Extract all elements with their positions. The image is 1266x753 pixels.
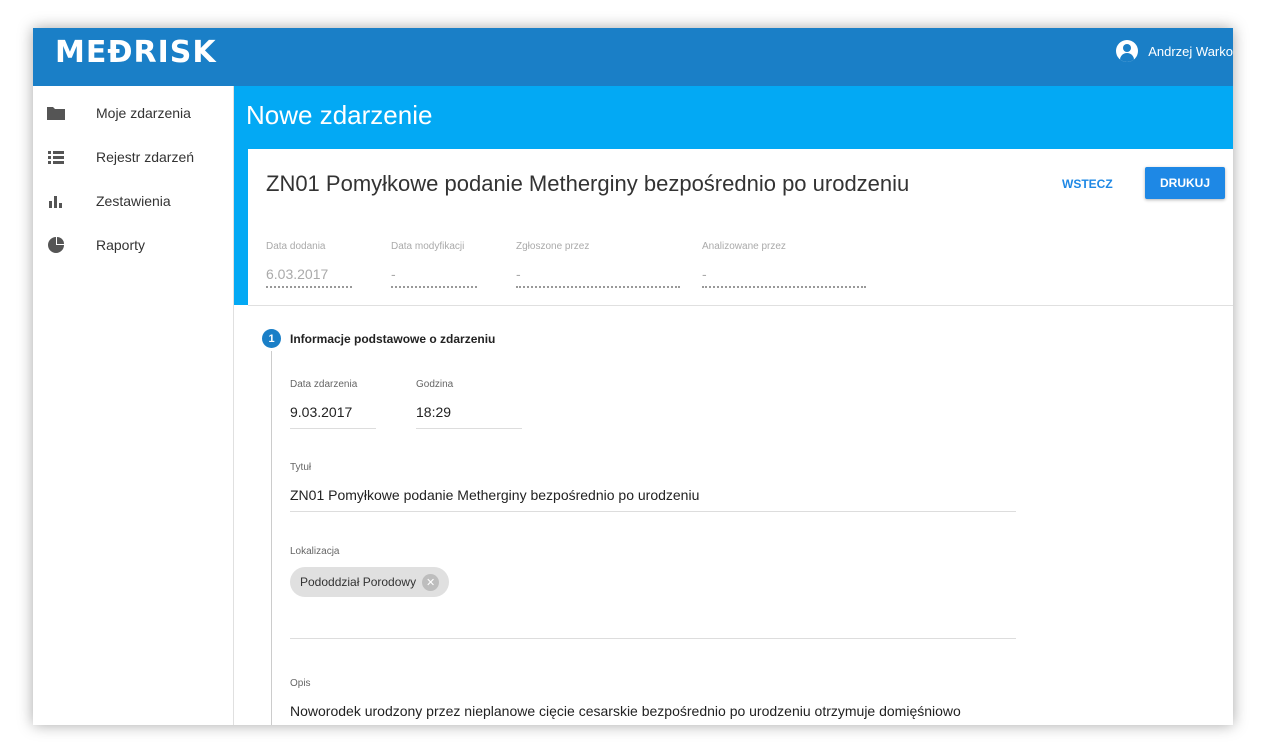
field-label: Godzina — [416, 379, 454, 390]
title-input[interactable]: ZN01 Pomyłkowe podanie Metherginy bezpoś… — [290, 487, 1016, 512]
sidebar-item-moje-zdarzenia[interactable]: Moje zdarzenia — [33, 93, 234, 133]
field-label: Data zdarzenia — [290, 379, 358, 390]
sidebar-item-label: Rejestr zdarzeń — [96, 149, 195, 165]
remove-chip-icon[interactable]: ✕ — [422, 573, 440, 591]
sidebar: Moje zdarzenia Rejestr zdarzeń Zestawien… — [33, 86, 234, 725]
sidebar-item-label: Moje zdarzenia — [96, 105, 191, 121]
folder-icon — [47, 104, 65, 122]
pie-chart-icon — [47, 236, 65, 254]
event-card: ZN01 Pomyłkowe podanie Metherginy bezpoś… — [248, 149, 1233, 725]
divider — [248, 305, 1233, 306]
user-name: Andrzej Warko — [1148, 43, 1233, 59]
sidebar-item-raporty[interactable]: Raporty — [33, 225, 234, 265]
description-field[interactable]: Opis Noworodek urodzony przez nieplanowe… — [290, 678, 1050, 725]
section-header: 1 Informacje podstawowe o zdarzeniu — [262, 329, 495, 348]
event-time-field[interactable]: Godzina 18:29 — [416, 379, 522, 429]
meta-value: - — [391, 266, 477, 288]
meta-label: Data dodania — [266, 241, 326, 252]
location-input-underline[interactable] — [290, 638, 1016, 639]
step-connector-line — [271, 351, 272, 725]
meta-value: - — [702, 266, 866, 288]
sidebar-item-label: Zestawienia — [96, 193, 171, 209]
meta-label: Analizowane przez — [702, 241, 786, 252]
list-icon — [47, 148, 65, 166]
step-number-badge: 1 — [262, 329, 281, 348]
meta-label: Zgłoszone przez — [516, 241, 590, 252]
meta-reported-by: Zgłoszone przez - — [516, 241, 680, 288]
page-title: Nowe zdarzenie — [246, 100, 433, 130]
sidebar-item-rejestr-zdarzen[interactable]: Rejestr zdarzeń — [33, 137, 234, 177]
meta-analyzed-by: Analizowane przez - — [702, 241, 866, 288]
title-field[interactable]: Tytuł ZN01 Pomyłkowe podanie Metherginy … — [290, 462, 1016, 512]
print-button[interactable]: DRUKUJ — [1145, 167, 1225, 199]
app-logo[interactable]: MEĐRISK — [55, 35, 217, 70]
event-time-input[interactable]: 18:29 — [416, 404, 522, 429]
top-bar: MEĐRISK Andrzej Warko — [33, 28, 1233, 86]
meta-label: Data modyfikacji — [391, 241, 465, 252]
sidebar-item-label: Raporty — [96, 237, 146, 253]
meta-date-modified: Data modyfikacji - — [391, 241, 477, 288]
location-field: Lokalizacja — [290, 546, 1016, 557]
bar-chart-icon — [47, 192, 65, 210]
back-button[interactable]: WSTECZ — [1062, 177, 1113, 191]
chip-label: Pododdział Porodowy — [300, 575, 417, 589]
description-input[interactable]: Noworodek urodzony przez nieplanowe cięc… — [290, 703, 1050, 725]
field-label: Tytuł — [290, 462, 312, 473]
user-menu[interactable]: Andrzej Warko — [1116, 38, 1233, 64]
meta-date-added: Data dodania 6.03.2017 — [266, 241, 352, 288]
meta-value: - — [516, 266, 680, 288]
event-title: ZN01 Pomyłkowe podanie Metherginy bezpoś… — [266, 171, 910, 196]
section-title: Informacje podstawowe o zdarzeniu — [290, 331, 496, 346]
field-label: Opis — [290, 678, 311, 689]
field-label: Lokalizacja — [290, 546, 340, 557]
sidebar-item-zestawienia[interactable]: Zestawienia — [33, 181, 234, 221]
app-window: MEĐRISK Andrzej Warko Moje zdarzenia Rej… — [33, 28, 1233, 725]
location-chip[interactable]: Pododdział Porodowy ✕ — [290, 567, 450, 597]
event-date-input[interactable]: 9.03.2017 — [290, 404, 376, 429]
meta-value: 6.03.2017 — [266, 266, 352, 288]
event-date-field[interactable]: Data zdarzenia 9.03.2017 — [290, 379, 376, 429]
account-icon — [1116, 40, 1139, 62]
